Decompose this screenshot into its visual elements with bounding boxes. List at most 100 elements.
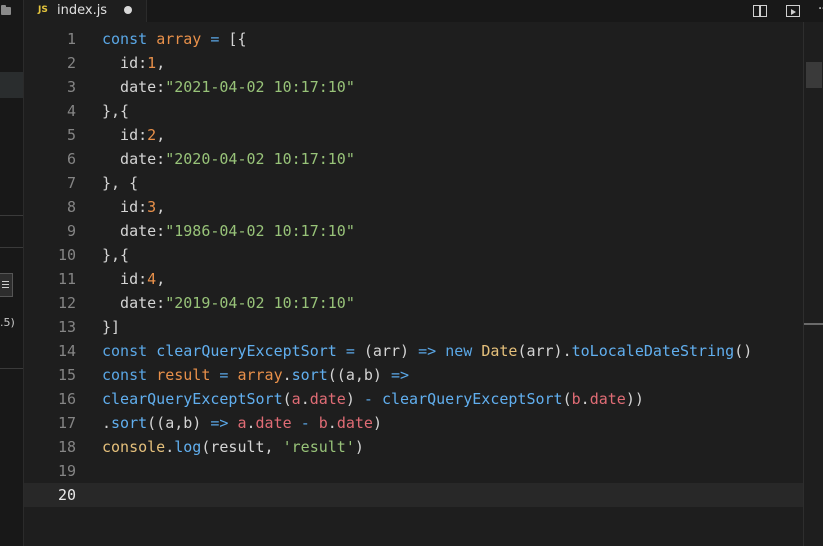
- code-line[interactable]: 14 const clearQueryExceptSort = (arr) => …: [24, 339, 803, 363]
- code-text: date:"1986-04-02 10:17:10": [102, 219, 355, 243]
- code-token: sort: [291, 366, 328, 384]
- code-token: ,: [156, 126, 166, 144]
- code-line[interactable]: 10 },{: [24, 243, 803, 267]
- line-number: 17: [57, 414, 76, 432]
- split-editor-icon[interactable]: [751, 2, 769, 20]
- scrollbar-thumb[interactable]: [806, 62, 822, 88]
- editor-scrollbar[interactable]: [803, 22, 823, 546]
- code-line[interactable]: 12 date:"2019-04-02 10:17:10": [24, 291, 803, 315]
- code-token: ,: [156, 270, 166, 288]
- code-line[interactable]: 17 .sort((a,b) => a.date - b.date): [24, 411, 803, 435]
- code-line[interactable]: 19: [24, 459, 803, 483]
- code-token: (: [562, 390, 572, 408]
- line-number: 15: [57, 366, 76, 384]
- line-number: 7: [66, 174, 76, 192]
- code-token: "2021-04-02 10:17:10": [165, 78, 355, 96]
- line-number: 8: [66, 198, 76, 216]
- line-number: 13: [57, 318, 76, 336]
- code-line[interactable]: 3 date:"2021-04-02 10:17:10": [24, 75, 803, 99]
- code-token: date: [309, 390, 346, 408]
- code-token: const: [102, 30, 157, 48]
- sidebar-divider: [0, 215, 23, 216]
- code-token: }, {: [102, 174, 139, 192]
- line-number: 10: [57, 246, 76, 264]
- code-token: )): [625, 390, 644, 408]
- code-token: console: [102, 438, 166, 456]
- code-token: }]: [102, 318, 121, 336]
- code-token: const: [102, 342, 157, 360]
- code-token: .: [102, 414, 112, 432]
- code-line[interactable]: 2 id:1,: [24, 51, 803, 75]
- code-line[interactable]: 5 id:2,: [24, 123, 803, 147]
- sidebar-divider: [0, 368, 23, 369]
- code-token: date:: [102, 150, 166, 168]
- code-line[interactable]: 15 const result = array.sort((a,b) =>: [24, 363, 803, 387]
- code-text: const clearQueryExceptSort = (arr) => ne…: [102, 339, 752, 363]
- code-text: id:4,: [102, 267, 165, 291]
- code-line[interactable]: 1 const array = [{: [24, 27, 803, 51]
- code-token: 3: [147, 198, 157, 216]
- line-number: 1: [66, 30, 76, 48]
- code-text: }, {: [102, 171, 138, 195]
- folder-icon[interactable]: [0, 4, 23, 18]
- line-number: 2: [66, 54, 76, 72]
- code-token: ,: [156, 54, 166, 72]
- code-text: },{: [102, 99, 129, 123]
- code-line[interactable]: 7 }, {: [24, 171, 803, 195]
- menu-icon[interactable]: [0, 273, 13, 297]
- sidebar-selected-item[interactable]: [0, 72, 23, 98]
- code-token: ): [345, 390, 364, 408]
- code-token: "2020-04-02 10:17:10": [165, 150, 355, 168]
- code-token: .: [282, 366, 292, 384]
- code-token: ,: [156, 198, 166, 216]
- code-token: =>: [391, 366, 410, 384]
- code-token: b: [318, 414, 328, 432]
- code-token: clearQueryExceptSort: [381, 390, 563, 408]
- code-line[interactable]: 9 date:"1986-04-02 10:17:10": [24, 219, 803, 243]
- line-number: 4: [66, 102, 76, 120]
- more-actions-icon[interactable]: ···: [814, 2, 823, 20]
- code-token: date:: [102, 222, 166, 240]
- code-line[interactable]: 8 id:3,: [24, 195, 803, 219]
- code-line[interactable]: 16 clearQueryExceptSort(a.date) - clearQu…: [24, 387, 803, 411]
- line-number: 5: [66, 126, 76, 144]
- code-token: id:: [102, 198, 148, 216]
- tab-index-js[interactable]: JS index.js: [24, 0, 147, 22]
- code-text: },{: [102, 243, 129, 267]
- code-token: (arr): [354, 342, 419, 360]
- line-number: 11: [57, 270, 76, 288]
- code-token: ): [354, 438, 364, 456]
- code-line[interactable]: 11 id:4,: [24, 267, 803, 291]
- code-token: id:: [102, 270, 148, 288]
- code-line[interactable]: 18 console.log(result, 'result'): [24, 435, 803, 459]
- code-token: -: [363, 390, 373, 408]
- code-token: "2019-04-02 10:17:10": [165, 294, 355, 312]
- line-number: 16: [57, 390, 76, 408]
- code-line[interactable]: 4 },{: [24, 99, 803, 123]
- code-token: result: [156, 366, 211, 384]
- code-text: .sort((a,b) => a.date - b.date): [102, 411, 382, 435]
- code-line[interactable]: 6 date:"2020-04-02 10:17:10": [24, 147, 803, 171]
- code-token: clearQueryExceptSort: [102, 390, 283, 408]
- code-token: ((a,b): [147, 414, 211, 432]
- line-number: 19: [57, 462, 76, 480]
- code-text: id:2,: [102, 123, 165, 147]
- code-token: new: [445, 342, 482, 360]
- code-token: toLocaleDateString: [571, 342, 735, 360]
- code-token: id:: [102, 126, 148, 144]
- code-token: },{: [102, 102, 130, 120]
- code-token: a: [291, 390, 301, 408]
- unsaved-dot-icon[interactable]: [124, 6, 132, 14]
- code-token: =: [345, 342, 355, 360]
- code-line[interactable]: 20: [24, 483, 803, 507]
- line-number: 14: [57, 342, 76, 360]
- code-text: const result = array.sort((a,b) =>: [102, 363, 409, 387]
- open-preview-icon[interactable]: [784, 2, 802, 20]
- code-editor[interactable]: 1 const array = [{2 id:1, 3 date:"2021-04-…: [24, 22, 823, 546]
- code-line[interactable]: 13}]: [24, 315, 803, 339]
- code-token: -: [300, 414, 310, 432]
- line-number: 18: [57, 438, 76, 456]
